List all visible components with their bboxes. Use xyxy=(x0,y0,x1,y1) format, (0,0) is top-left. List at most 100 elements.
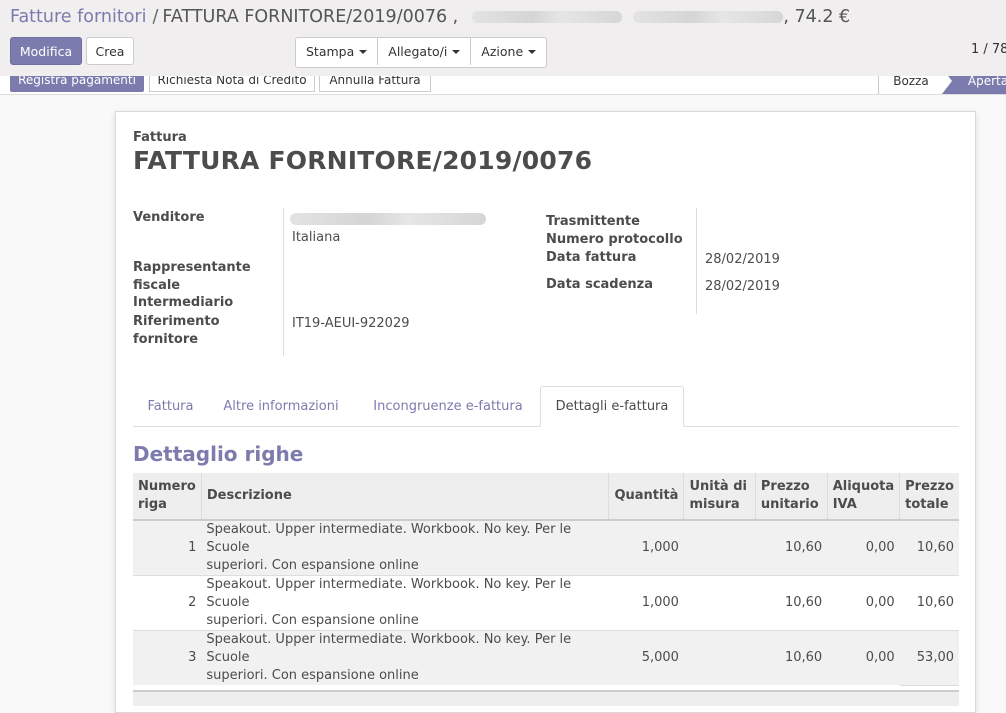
table-row[interactable]: 3 Speakout. Upper intermediate. Workbook… xyxy=(133,630,959,686)
breadcrumb-separator: / xyxy=(152,7,159,27)
redacted-partner-name xyxy=(471,11,622,23)
transmitter-label: Trasmittente xyxy=(546,214,640,229)
left-group-divider xyxy=(283,208,284,356)
col-total-line1: Prezzo xyxy=(905,479,954,494)
vendor-ref-value: IT19-AEUI-922029 xyxy=(292,316,410,331)
cancel-invoice-button[interactable]: Annulla Fattura xyxy=(319,76,431,92)
cell-description-line2: superiori. Con espansione online xyxy=(206,668,419,683)
attachment-dropdown[interactable]: Allegato/i xyxy=(378,38,472,65)
caret-down-icon xyxy=(528,49,537,54)
redacted-partner-name-2 xyxy=(633,11,784,23)
register-payment-button[interactable]: Registra pagamenti xyxy=(10,76,144,92)
tab-other-info[interactable]: Altre informazioni xyxy=(212,386,350,426)
page-title: FATTURA FORNITORE/2019/0076 xyxy=(133,146,593,175)
cell-description-line2: superiori. Con espansione online xyxy=(206,613,419,628)
col-unit-price[interactable]: Prezzo unitario xyxy=(754,473,828,521)
cell-unit-price: 10,60 xyxy=(755,630,828,685)
print-dropdown-label: Stampa xyxy=(306,44,355,59)
redacted-vendor-name[interactable] xyxy=(290,213,486,225)
breadcrumb-current-amount: , 74.2 € xyxy=(783,7,851,27)
col-line-number-line2: riga xyxy=(138,497,167,512)
state-draft: Bozza xyxy=(878,76,943,94)
print-dropdown[interactable]: Stampa xyxy=(296,38,379,65)
cell-line-number: 3 xyxy=(133,630,202,685)
col-description[interactable]: Descrizione xyxy=(200,473,609,521)
col-unit-price-line2: unitario xyxy=(760,497,819,512)
statusbar: Registra pagamenti Richiesta Nota di Cre… xyxy=(0,76,1006,95)
cell-quantity: 1,000 xyxy=(608,575,684,631)
tab-einvoice-details[interactable]: Dettagli e-fattura xyxy=(540,386,684,427)
sidebar-actions: Stampa Allegato/i Azione xyxy=(295,37,548,68)
pager-counter[interactable]: 1 / 78 xyxy=(971,42,1006,57)
vendor-country: Italiana xyxy=(292,230,341,245)
col-quantity[interactable]: Quantità xyxy=(608,473,684,521)
form-sheet: Fattura FATTURA FORNITORE/2019/0076 Vend… xyxy=(115,111,976,713)
breadcrumb-parent-link[interactable]: Fatture fornitori xyxy=(10,7,146,27)
state-open: Aperta xyxy=(942,76,1006,94)
table-row[interactable]: 1 Speakout. Upper intermediate. Workbook… xyxy=(133,519,959,576)
caret-down-icon xyxy=(452,49,461,54)
document-kind: Fattura xyxy=(133,130,187,145)
cell-total: 53,00 xyxy=(899,630,959,686)
cell-unit-price: 10,60 xyxy=(755,519,828,576)
cell-total: 10,60 xyxy=(899,575,959,631)
due-date-label: Data scadenza xyxy=(546,277,654,292)
control-panel: Fatture fornitori / FATTURA FORNITORE/2019… xyxy=(0,0,1006,77)
notebook-tabs: Fattura Altre informazioni Incongruenze … xyxy=(133,386,959,427)
fiscal-rep-label-line2: fiscale xyxy=(133,278,181,293)
cell-vat: 0,00 xyxy=(827,519,900,576)
col-vat-line2: IVA xyxy=(832,497,857,512)
col-unit-price-line1: Prezzo xyxy=(760,479,810,494)
fiscal-rep-label: Rappresentante fiscale xyxy=(133,259,251,295)
right-group-divider xyxy=(696,208,697,314)
vendor-label: Venditore xyxy=(133,210,205,225)
vendor-ref-label-line1: Riferimento xyxy=(133,314,220,329)
protocol-label: Numero protocollo xyxy=(546,232,683,247)
cell-uom xyxy=(683,630,756,685)
action-dropdown[interactable]: Azione xyxy=(471,38,546,65)
cell-description-line1: Speakout. Upper intermediate. Workbook. … xyxy=(206,522,572,555)
table-row[interactable]: 2 Speakout. Upper intermediate. Workbook… xyxy=(133,575,959,631)
tab-einvoice-issues[interactable]: Incongruenze e-fattura xyxy=(358,386,538,426)
cell-vat: 0,00 xyxy=(827,630,900,685)
cell-description: Speakout. Upper intermediate. Workbook. … xyxy=(201,575,609,631)
col-total-line2: totale xyxy=(905,497,949,512)
due-date-value: 28/02/2019 xyxy=(705,279,780,294)
cell-total: 10,60 xyxy=(899,519,959,576)
credit-note-button[interactable]: Richiesta Nota di Credito xyxy=(149,76,315,92)
cell-uom xyxy=(683,519,756,576)
cell-description-line1: Speakout. Upper intermediate. Workbook. … xyxy=(206,632,572,665)
intermediary-label: Intermediario xyxy=(133,295,234,310)
cell-line-number: 1 xyxy=(133,519,202,576)
col-uom-line1: Unità di xyxy=(689,479,747,494)
cell-unit-price: 10,60 xyxy=(755,575,828,631)
cell-description: Speakout. Upper intermediate. Workbook. … xyxy=(201,630,609,685)
next-table-header xyxy=(133,690,959,706)
col-line-number[interactable]: Numero riga xyxy=(133,473,202,521)
invoice-date-value: 28/02/2019 xyxy=(705,252,780,267)
cell-description-line2: superiori. Con espansione online xyxy=(206,558,419,573)
col-total[interactable]: Prezzo totale xyxy=(899,473,959,521)
col-uom[interactable]: Unità di misura xyxy=(683,473,756,521)
create-button[interactable]: Crea xyxy=(86,37,134,65)
invoice-lines-table: Numero riga Descrizione Quantità Unità di… xyxy=(133,473,959,686)
cell-line-number: 2 xyxy=(133,575,202,631)
caret-down-icon xyxy=(359,49,368,54)
cell-quantity: 1,000 xyxy=(608,519,684,576)
invoice-date-label: Data fattura xyxy=(546,250,637,265)
cell-description: Speakout. Upper intermediate. Workbook. … xyxy=(201,519,609,576)
col-vat[interactable]: Aliquota IVA xyxy=(826,473,900,521)
breadcrumb-current-number: FATTURA FORNITORE/2019/0076 , xyxy=(162,7,459,27)
tab-invoice[interactable]: Fattura xyxy=(133,386,208,426)
col-vat-line1: Aliquota xyxy=(832,479,895,494)
cell-uom xyxy=(683,575,756,631)
col-uom-line2: misura xyxy=(689,497,740,512)
attachment-dropdown-label: Allegato/i xyxy=(388,44,448,59)
action-dropdown-label: Azione xyxy=(481,44,524,59)
breadcrumb: Fatture fornitori / FATTURA FORNITORE/2019… xyxy=(10,7,850,27)
edit-button[interactable]: Modifica xyxy=(10,37,82,65)
cell-vat: 0,00 xyxy=(827,575,900,631)
section-title: Dettaglio righe xyxy=(133,442,304,466)
vendor-ref-label-line2: fornitore xyxy=(133,332,199,347)
table-header-row: Numero riga Descrizione Quantità Unità di… xyxy=(133,473,959,521)
